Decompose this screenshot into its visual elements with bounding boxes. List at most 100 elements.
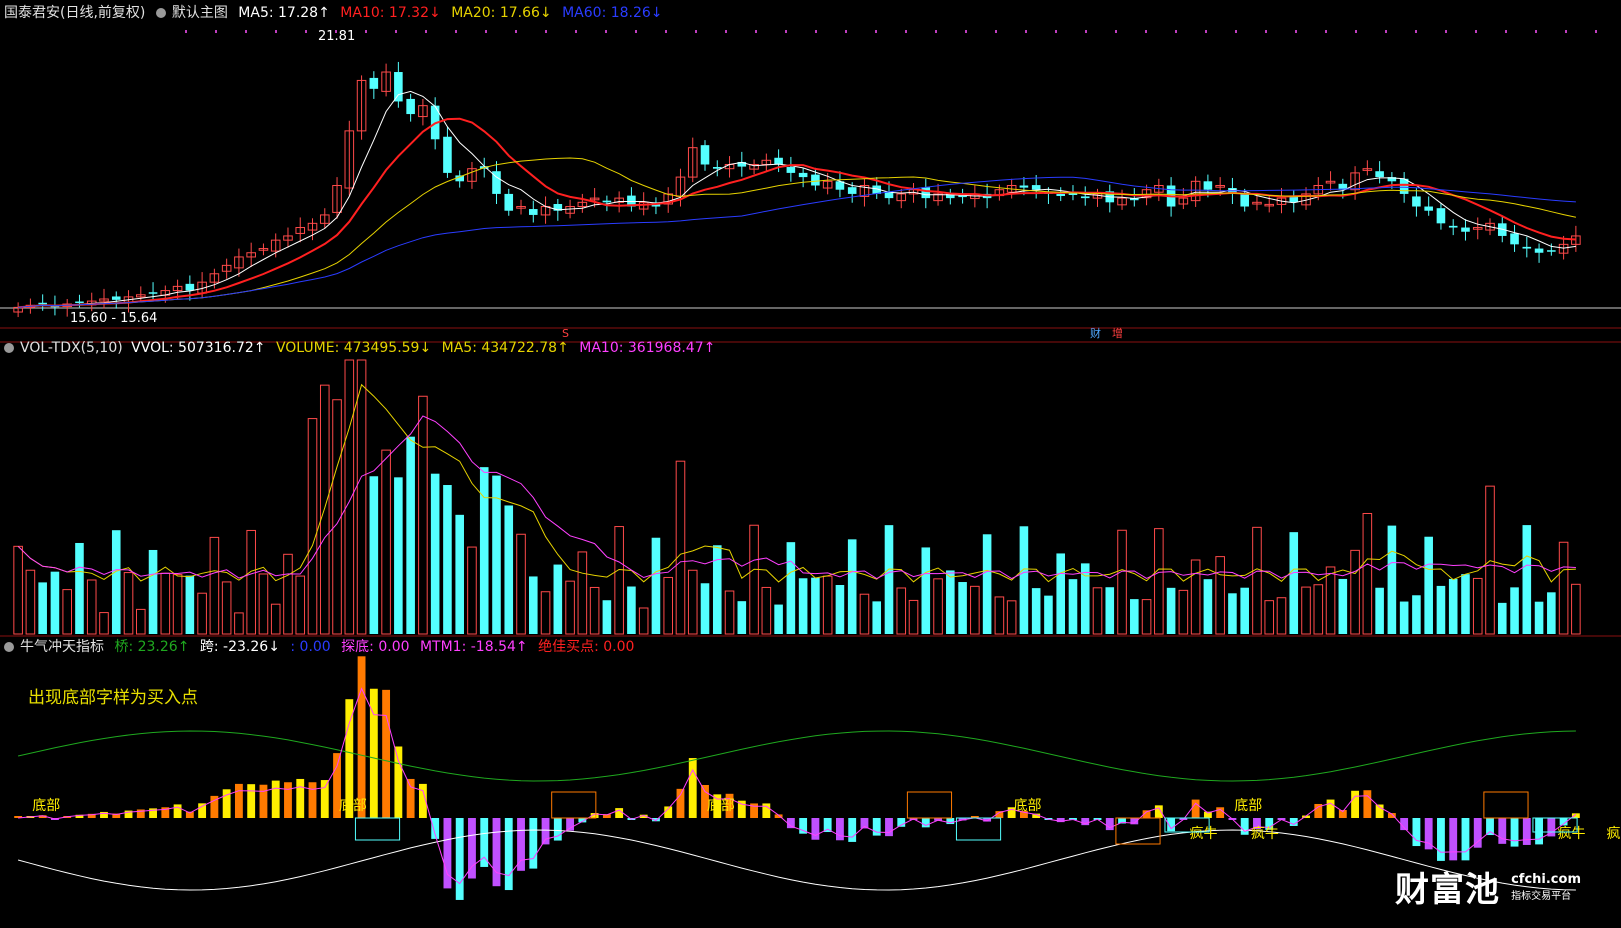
settings-circle-icon[interactable] (4, 343, 14, 353)
volume-bar (1338, 578, 1348, 634)
oscillator-bar (1535, 818, 1543, 845)
vol-ma5-label: MA5: 434722.78↑ (441, 340, 569, 356)
oscillator-bar (1216, 807, 1225, 818)
volume-bar (908, 599, 919, 635)
top-marker-dot (305, 30, 307, 33)
volume-bar (786, 542, 796, 634)
bottom-label: 底部 (1014, 798, 1042, 814)
volume-bar (1399, 601, 1409, 634)
oscillator-bar (308, 782, 317, 818)
settings-circle-icon[interactable] (155, 8, 166, 18)
volume-bar (737, 601, 747, 634)
oscillator-bar (1486, 818, 1494, 836)
volume-bar (1178, 589, 1189, 635)
candle-body (504, 193, 514, 211)
main-chart-label[interactable]: 默认主图 (172, 5, 228, 21)
volume-bar (1056, 553, 1066, 634)
oscillator-bar (468, 818, 476, 879)
top-marker-dot (485, 30, 487, 33)
top-marker-dot (245, 30, 247, 33)
volume-bar (1534, 601, 1544, 634)
volume-bar (1166, 587, 1176, 634)
ma60-label: MA60: 18.26↓ (562, 5, 663, 21)
candle-body (798, 172, 808, 178)
oscillator-bar (1105, 818, 1114, 831)
candle-body (847, 187, 857, 194)
indicator-title[interactable]: 牛气冲天指标 (20, 639, 104, 655)
oscillator-bar (1412, 818, 1421, 847)
volume-bar (369, 476, 379, 634)
volume-bar (761, 586, 772, 635)
ma10-label: MA10: 17.32↓ (340, 5, 441, 21)
volume-bar (1472, 577, 1483, 635)
blank-label: : 0.00 (290, 639, 331, 655)
candle-body (1448, 225, 1458, 228)
price-panel-header: 国泰君安(日线,前复权) 默认主图 MA5: 17.28↑ MA10: 17.3… (4, 3, 669, 23)
ma5-label: MA5: 17.28↑ (238, 5, 330, 21)
candle-body (185, 283, 195, 291)
volume-bar (1558, 541, 1569, 635)
top-marker-dot (785, 30, 787, 33)
volume-bar (1510, 587, 1519, 634)
volume-bar (1117, 529, 1127, 635)
volume-bar (651, 537, 661, 634)
qiao-line (17, 730, 1576, 782)
candle-body (700, 145, 710, 165)
top-marker-dot (1265, 30, 1267, 33)
volume-bar (221, 581, 232, 635)
juejia-label: 绝佳买点: 0.00 (538, 639, 635, 655)
crazy-bull-label: 疯牛 (1251, 826, 1279, 842)
candle-body (811, 174, 820, 186)
volume-bar (896, 587, 907, 635)
top-marker-dot (635, 30, 637, 33)
volume-bar (270, 603, 281, 635)
volume-bar (994, 596, 1005, 635)
vvol-label: VVOL: 507316.72↑ (131, 340, 266, 356)
oscillator-bar (198, 803, 207, 818)
signal-box (906, 791, 953, 819)
signal-box (354, 817, 401, 841)
settings-circle-icon[interactable] (4, 642, 14, 652)
oscillator-bar (541, 818, 550, 845)
top-marker-dot (185, 30, 187, 33)
stock-chart[interactable]: 底部底部底部底部底部底部底部疯牛疯牛疯牛疯牛 21.81 15.60 - 15.… (0, 0, 1621, 928)
vol-ma10-line (17, 415, 1576, 580)
volume-bar (859, 593, 870, 635)
bottom-label: 底部 (1234, 798, 1262, 814)
volume-bar (1436, 585, 1446, 634)
volume-bar (540, 591, 551, 635)
volume-bar (111, 530, 121, 634)
top-marker-dot (275, 30, 277, 33)
volume-bar (798, 578, 808, 634)
volume-bar (467, 546, 477, 635)
volume-bar (1252, 526, 1262, 635)
volume-bar (394, 477, 403, 634)
volume-bar (1203, 579, 1213, 634)
top-marker-dot (695, 30, 697, 33)
ma5-line (18, 90, 1576, 308)
top-marker-dot (1445, 30, 1447, 33)
oscillator-bar (234, 783, 243, 818)
crazy-bull-label: 疯牛 (1557, 826, 1585, 842)
candle-body (1080, 196, 1090, 199)
oscillator-bar (320, 780, 329, 818)
volume-bar (958, 582, 967, 634)
top-marker-dot (965, 30, 967, 33)
top-marker-dot (605, 30, 607, 33)
candle-body (1436, 208, 1446, 224)
volume-bar (921, 547, 931, 634)
volume-bar (148, 549, 158, 634)
volume-bar (38, 582, 47, 634)
top-marker-dot (1295, 30, 1297, 33)
vol-title[interactable]: VOL-TDX(5,10) (20, 340, 123, 356)
volume-bar (589, 586, 600, 635)
oscillator-bar (1363, 790, 1372, 818)
top-marker-dot (935, 30, 937, 33)
volume-bar (884, 525, 894, 634)
top-marker-dot (545, 30, 547, 33)
volume-bar (516, 533, 526, 635)
candle-body (528, 209, 538, 215)
oscillator-bar (1522, 818, 1531, 845)
watermark-subtitle: 指标交易平台 (1511, 890, 1572, 902)
top-marker-dot (1565, 30, 1567, 33)
